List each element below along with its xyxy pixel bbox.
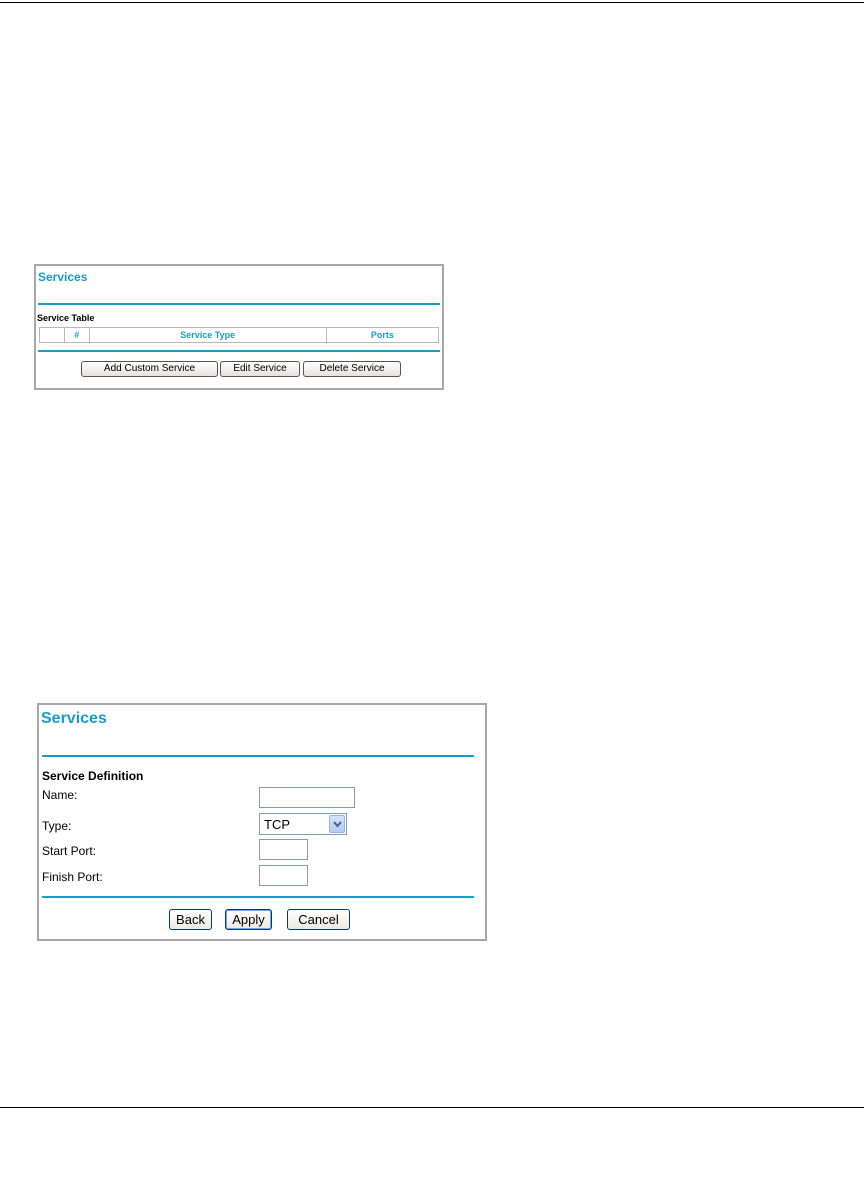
panel-title: Services — [41, 710, 107, 727]
divider — [38, 350, 440, 352]
column-header-select — [39, 327, 65, 343]
finish-port-input[interactable] — [259, 865, 308, 886]
start-port-input[interactable] — [259, 839, 308, 860]
delete-service-button[interactable]: Delete Service — [303, 361, 401, 377]
services-table-panel: Services Service Table # Service Type Po… — [34, 264, 444, 390]
cancel-button[interactable]: Cancel — [287, 909, 350, 930]
column-header-service-type: Service Type — [88, 327, 327, 343]
apply-button[interactable]: Apply — [225, 909, 272, 930]
finish-port-label: Finish Port: — [42, 870, 103, 884]
divider — [38, 303, 440, 305]
column-header-number: # — [63, 327, 90, 343]
service-table: # Service Type Ports — [39, 327, 440, 343]
header-rule — [0, 2, 864, 3]
type-select[interactable]: TCP — [259, 813, 347, 835]
chevron-down-icon[interactable] — [329, 815, 345, 833]
add-custom-service-button[interactable]: Add Custom Service — [81, 361, 218, 377]
button-row: Add Custom Service Edit Service Delete S… — [36, 361, 442, 379]
section-label: Service Table — [37, 313, 95, 323]
name-input[interactable] — [259, 787, 355, 808]
section-label: Service Definition — [42, 769, 144, 783]
start-port-label: Start Port: — [42, 844, 97, 858]
name-label: Name: — [42, 788, 78, 802]
button-row: Back Apply Cancel — [39, 909, 485, 931]
back-button[interactable]: Back — [169, 909, 212, 930]
type-select-value: TCP — [264, 817, 290, 832]
panel-title: Services — [38, 270, 88, 284]
divider — [42, 755, 474, 757]
type-label: Type: — [42, 819, 72, 833]
edit-service-button[interactable]: Edit Service — [220, 361, 300, 377]
column-header-ports: Ports — [325, 327, 440, 343]
table-header-row: # Service Type Ports — [39, 327, 440, 343]
divider — [42, 896, 474, 898]
footer-rule — [0, 1107, 864, 1108]
service-definition-panel: Services Service Definition Name: Type: … — [37, 703, 487, 941]
